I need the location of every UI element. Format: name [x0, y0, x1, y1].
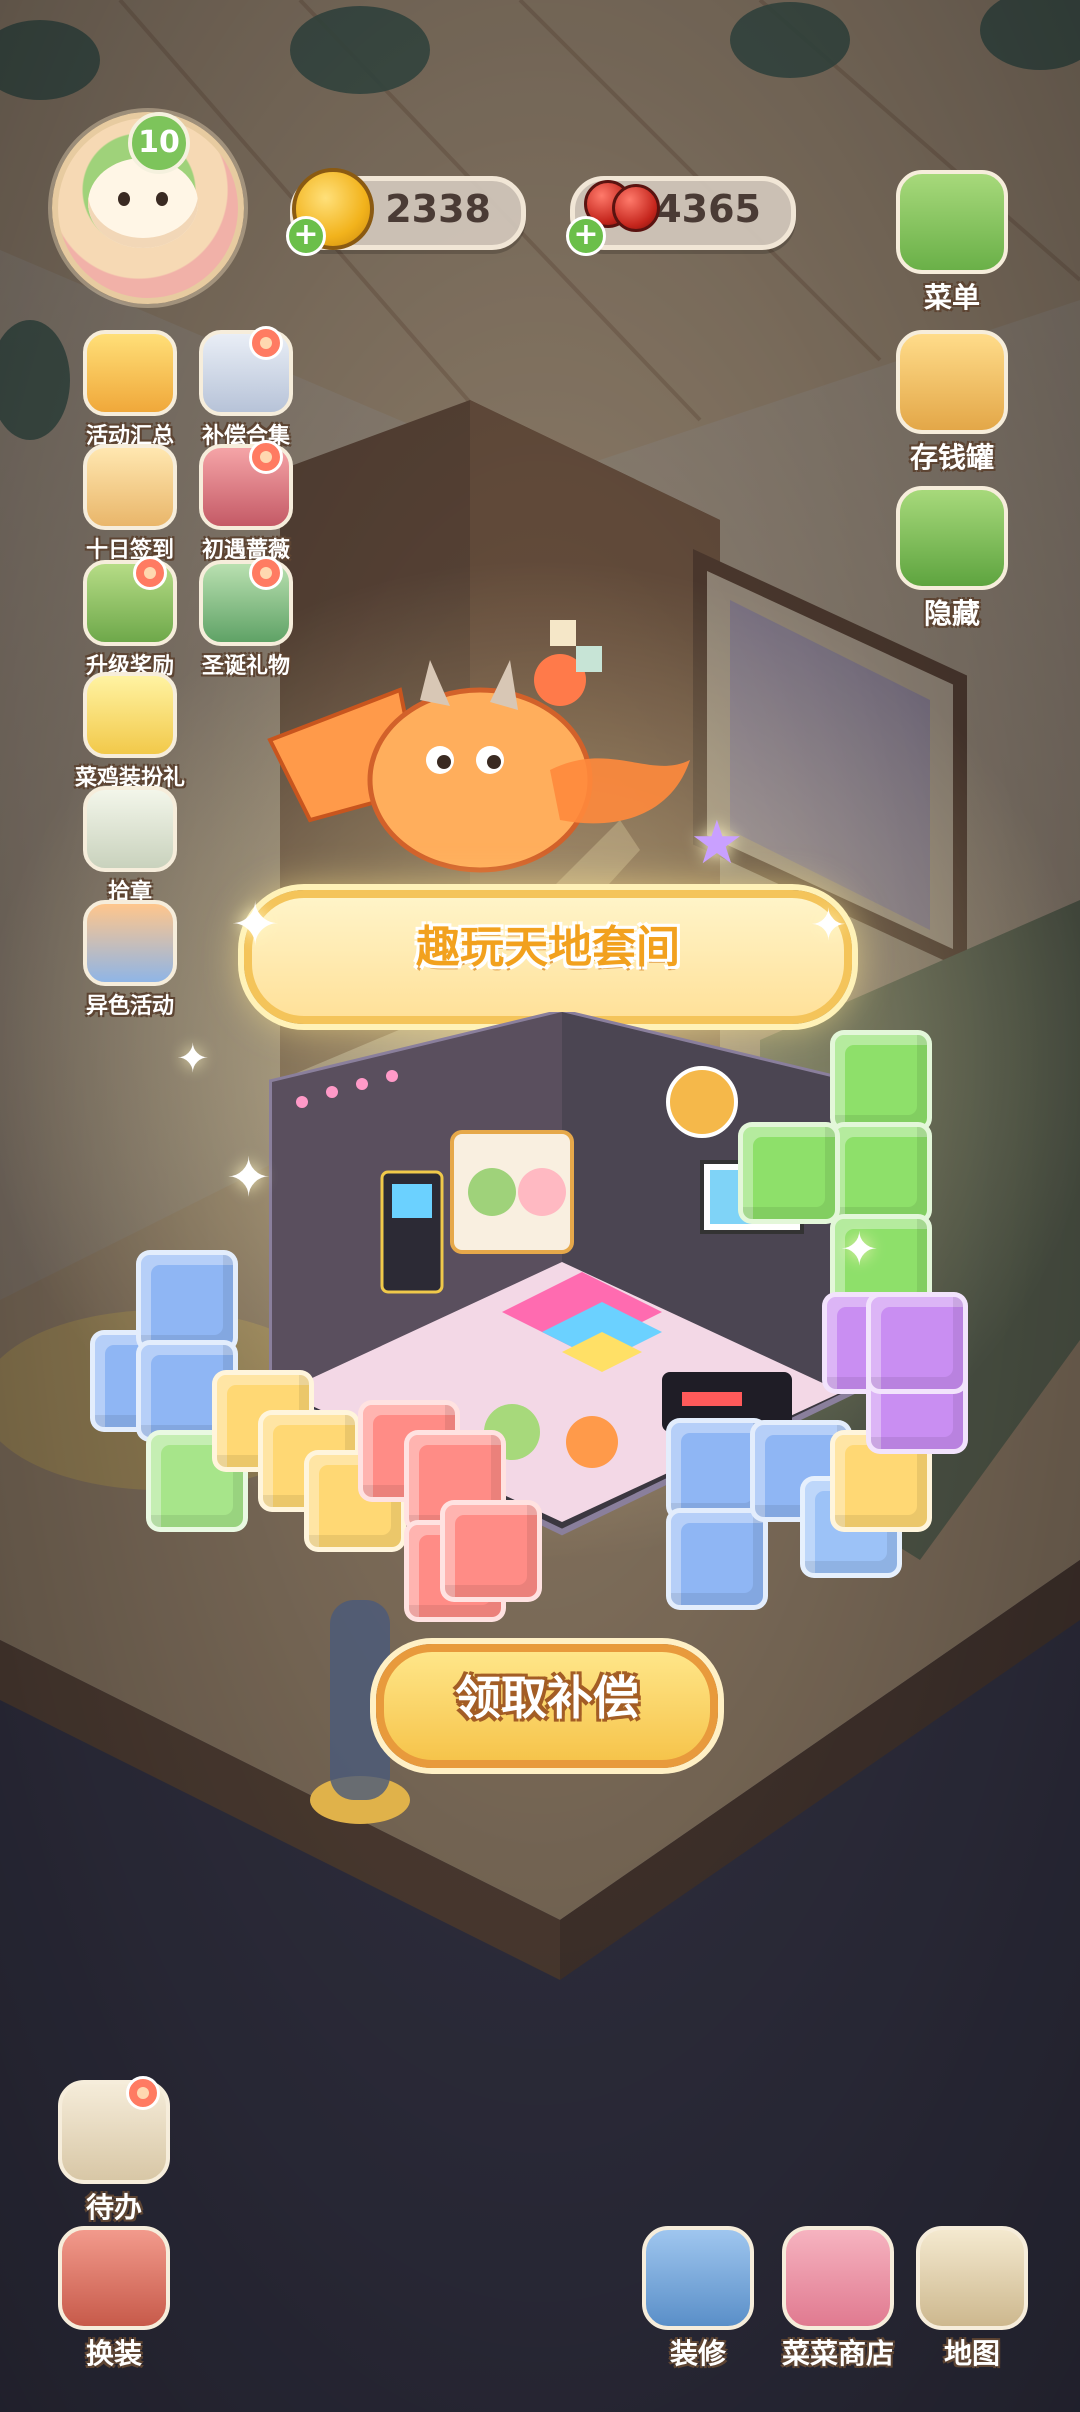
tetris-block-blue — [666, 1508, 768, 1610]
chick-outfit-gift-icon — [83, 672, 177, 758]
tetris-block-red — [440, 1500, 542, 1602]
sparkle-icon: ✦ — [226, 1146, 272, 1209]
coin-value: 2338 — [385, 187, 491, 231]
popup-title-banner: 趣玩天地套间 — [244, 890, 852, 1024]
todo-label: 待办 — [85, 2191, 142, 2224]
piggy-bank-button[interactable]: 存钱罐 — [892, 330, 1012, 476]
map-label: 地图 — [943, 2337, 1000, 2370]
notification-dot — [249, 556, 283, 590]
hide-icon — [896, 486, 1008, 590]
tetris-block-green — [830, 1122, 932, 1224]
hide-label: 隐藏 — [923, 597, 980, 630]
piggy-bank-label: 存钱罐 — [909, 441, 994, 474]
shop-button[interactable]: 菜菜商店 — [768, 2226, 908, 2372]
map-button[interactable]: 地图 — [912, 2226, 1032, 2372]
dragon-illustration — [267, 620, 690, 873]
hide-button[interactable]: 隐藏 — [892, 486, 1012, 632]
claim-button-label: 领取补偿 — [455, 1671, 639, 1725]
todo-icon — [58, 2076, 170, 2184]
notification-dot — [249, 326, 283, 360]
tetris-block-green — [830, 1030, 932, 1132]
notification-dot — [133, 556, 167, 590]
event-summary-button[interactable]: 活动汇总 — [70, 330, 190, 450]
outfit-icon — [58, 2226, 170, 2330]
piggy-bank-icon — [896, 330, 1008, 434]
sparkle-icon: ✦ — [810, 900, 847, 951]
decorate-button[interactable]: 装修 — [638, 2226, 758, 2372]
level-badge: 10 — [128, 112, 190, 174]
level-reward-button[interactable]: 升级奖励 — [70, 556, 190, 680]
variant-event-icon — [83, 900, 177, 986]
cherry-value: 4365 — [655, 187, 761, 231]
tetris-block-green — [738, 1122, 840, 1224]
game-scene: 10 2338 + 4365 + 活动汇总 补偿合集 十日签到 初遇蔷薇 升级奖… — [0, 0, 1080, 2412]
decorate-label: 装修 — [669, 2337, 726, 2370]
popup-title: 趣玩天地套间 — [416, 922, 680, 973]
shop-label: 菜菜商店 — [781, 2337, 894, 2370]
badge-button[interactable]: 拾章 — [70, 786, 190, 906]
avatar-face — [88, 158, 198, 248]
compensation-collection-button[interactable]: 补偿合集 — [186, 326, 306, 450]
star-icon: ★ — [690, 808, 744, 878]
chick-outfit-gift-button[interactable]: 菜鸡装扮礼 — [70, 672, 190, 792]
outfit-label: 换装 — [85, 2337, 142, 2370]
first-rose-button[interactable]: 初遇蔷薇 — [186, 440, 306, 564]
compensation-collection-icon — [199, 326, 293, 416]
ten-day-checkin-button[interactable]: 十日签到 — [70, 444, 190, 564]
variant-event-button[interactable]: 异色活动 — [70, 900, 190, 1020]
menu-button[interactable]: 菜单 — [892, 170, 1012, 316]
ten-day-checkin-icon — [83, 444, 177, 530]
map-icon — [916, 2226, 1028, 2330]
add-coins-icon[interactable]: + — [286, 216, 326, 256]
tetris-block-purple — [866, 1292, 968, 1394]
shop-icon — [782, 2226, 894, 2330]
notification-dot — [126, 2076, 160, 2110]
sparkle-icon: ✦ — [176, 1036, 210, 1082]
first-rose-icon — [199, 440, 293, 530]
event-summary-icon — [83, 330, 177, 416]
sparkle-icon: ✦ — [230, 890, 281, 960]
add-cherries-icon[interactable]: + — [566, 216, 606, 256]
outfit-button[interactable]: 换装 — [54, 2226, 174, 2372]
menu-icon — [896, 170, 1008, 274]
level-reward-icon — [83, 556, 177, 646]
claim-compensation-button[interactable]: 领取补偿 — [376, 1644, 718, 1768]
tetris-block-blue — [136, 1250, 238, 1352]
decorate-icon — [642, 2226, 754, 2330]
variant-event-label: 异色活动 — [85, 994, 174, 1019]
avatar-eye — [156, 192, 168, 206]
avatar-eye — [118, 192, 130, 206]
badge-icon — [83, 786, 177, 872]
sparkle-icon: ✦ — [840, 1222, 879, 1276]
notification-dot — [249, 440, 283, 474]
menu-label: 菜单 — [923, 281, 980, 314]
todo-button[interactable]: 待办 — [54, 2076, 174, 2226]
cherry-icon — [612, 184, 660, 232]
